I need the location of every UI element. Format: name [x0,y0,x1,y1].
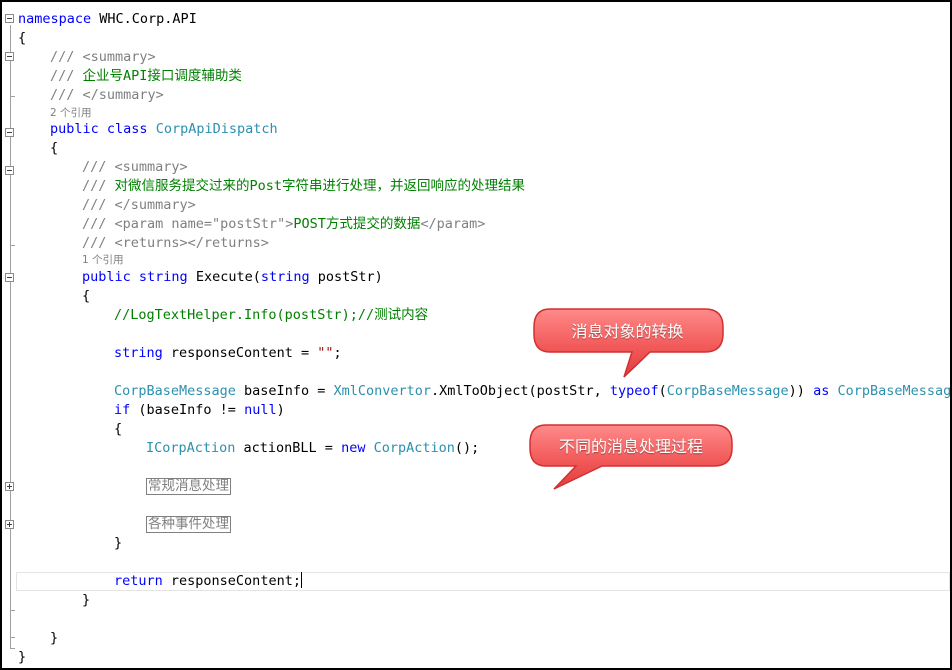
brace: { [18,30,27,46]
outline-end-tick [10,637,15,638]
collapsed-region-1[interactable]: 常规消息处理 [146,478,231,495]
type-name: ICorpAction [146,440,236,456]
type-name: CorpAction [373,440,455,456]
declaration: baseInfo = [235,383,334,399]
brace: } [50,630,59,646]
code-line-comment[interactable]: //LogTextHelper.Info(postStr);//测试内容 [114,306,428,325]
code-line-region[interactable]: 各种事件处理 [146,515,231,534]
collapse-method-icon[interactable] [5,273,14,282]
xml-doc-tag: /// <summary> [50,49,156,65]
code-line-method[interactable]: public string Execute(string postStr) [82,268,383,287]
code-line[interactable]: { [50,139,58,158]
collapse-method-doc-icon[interactable] [5,166,14,175]
outline-end-tick [10,96,15,97]
keyword: public [82,269,131,285]
doc-comment: 对微信服务提交过来的Post字符串进行处理，并返回响应的处理结果 [114,178,526,194]
doc-comment: 企业号API接口调度辅助类 [82,68,242,84]
code-line-namespace[interactable]: namespace WHC.Corp.API [18,10,197,29]
xml-doc-tag: /// </summary> [50,87,164,103]
keyword: new [341,440,366,456]
xml-doc-tag: /// <summary> [82,159,188,175]
callout-text-2: 不同的消息处理过程 [558,437,703,456]
xml-doc-tag: /// <param name="postStr"> [82,216,294,232]
code-line-statement[interactable]: string responseContent = ""; [114,344,342,363]
expand-region-1-icon[interactable] [5,482,14,491]
keyword: string [260,269,310,285]
call-end: (); [454,440,480,456]
code-line-if[interactable]: if (baseInfo != null) [114,401,285,420]
xml-doc-tag: /// <returns></returns> [82,235,269,251]
type-name: CorpBaseMessage [837,383,952,399]
code-line[interactable]: } [82,591,90,610]
codelens-references[interactable]: 1 个引用 [82,253,124,267]
keyword: if [114,402,131,418]
keyword: return [114,573,163,589]
outline-guide [10,25,11,649]
doc-comment: POST方式提交的数据 [293,216,421,232]
code-line[interactable]: { [18,29,26,48]
xml-doc-prefix: /// [82,178,115,194]
collapse-class-doc-icon[interactable] [5,52,14,61]
keyword: class [106,121,148,137]
brace: } [82,592,91,608]
code-line-return[interactable]: return responseContent; [114,572,302,591]
collapsed-region-2[interactable]: 各种事件处理 [146,516,231,533]
code-editor[interactable]: namespace WHC.Corp.API { /// <summary> /… [0,0,952,670]
param-name: postStr) [309,269,383,285]
keyword: null [244,402,277,418]
line-comment: //LogTextHelper.Info(postStr);//测试内容 [114,307,429,323]
code-line-doc[interactable]: /// 企业号API接口调度辅助类 [50,67,242,86]
code-line-doc[interactable]: /// <returns></returns> [82,234,269,253]
code-line-region[interactable]: 常规消息处理 [146,477,231,496]
return-value: responseContent; [162,573,301,589]
expand-region-2-icon[interactable] [5,520,14,529]
brace: { [82,288,91,304]
code-line-doc[interactable]: /// </summary> [82,196,196,215]
keyword: public [50,121,99,137]
code-line-doc[interactable]: /// <param name="postStr">POST方式提交的数据</p… [82,215,485,234]
code-line[interactable]: } [18,648,26,667]
code-line-statement[interactable]: ICorpAction actionBLL = new CorpAction()… [146,439,479,458]
brace: } [18,649,27,665]
condition: (baseInfo != [130,402,245,418]
xml-doc-tag: </param> [420,216,486,232]
collapse-class-icon[interactable] [5,128,14,137]
xml-doc-tag: /// </summary> [82,197,196,213]
xml-doc-prefix: /// [50,68,83,84]
code-line-doc[interactable]: /// 对微信服务提交过来的Post字符串进行处理，并返回响应的处理结果 [82,177,525,196]
code-line[interactable]: { [82,287,90,306]
brace: } [114,535,123,551]
method-name: Execute( [187,269,261,285]
code-line-doc[interactable]: /// <summary> [50,48,156,67]
text-caret [300,572,302,588]
code-line-class[interactable]: public class CorpApiDispatch [50,120,278,139]
code-line-doc[interactable]: /// <summary> [82,158,188,177]
callout-text-1: 消息对象的转换 [571,322,684,341]
brace: { [114,421,123,437]
code-line-doc[interactable]: /// </summary> [50,86,164,105]
type-name: CorpBaseMessage [114,383,236,399]
paren: )) [788,383,814,399]
keyword: namespace [18,11,92,27]
code-line[interactable]: } [50,629,58,648]
outline-end-tick [10,648,15,649]
code-line[interactable]: } [114,534,122,553]
code-line[interactable]: { [114,420,122,439]
brace: { [50,140,59,156]
keyword: as [813,383,830,399]
declaration: responseContent = [162,345,318,361]
collapse-namespace-icon[interactable] [5,14,14,23]
outline-end-tick [10,245,15,246]
codelens-references[interactable]: 2 个引用 [50,106,92,120]
string-literal: "" [317,345,334,361]
keyword: string [114,345,163,361]
namespace-name: WHC.Corp.API [91,11,197,27]
keyword: string [138,269,188,285]
class-name: CorpApiDispatch [155,121,278,137]
semicolon: ; [333,345,342,361]
outline-end-tick [10,610,15,611]
declaration: actionBLL = [235,440,342,456]
paren: ) [276,402,285,418]
type-name: XmlConvertor [333,383,432,399]
